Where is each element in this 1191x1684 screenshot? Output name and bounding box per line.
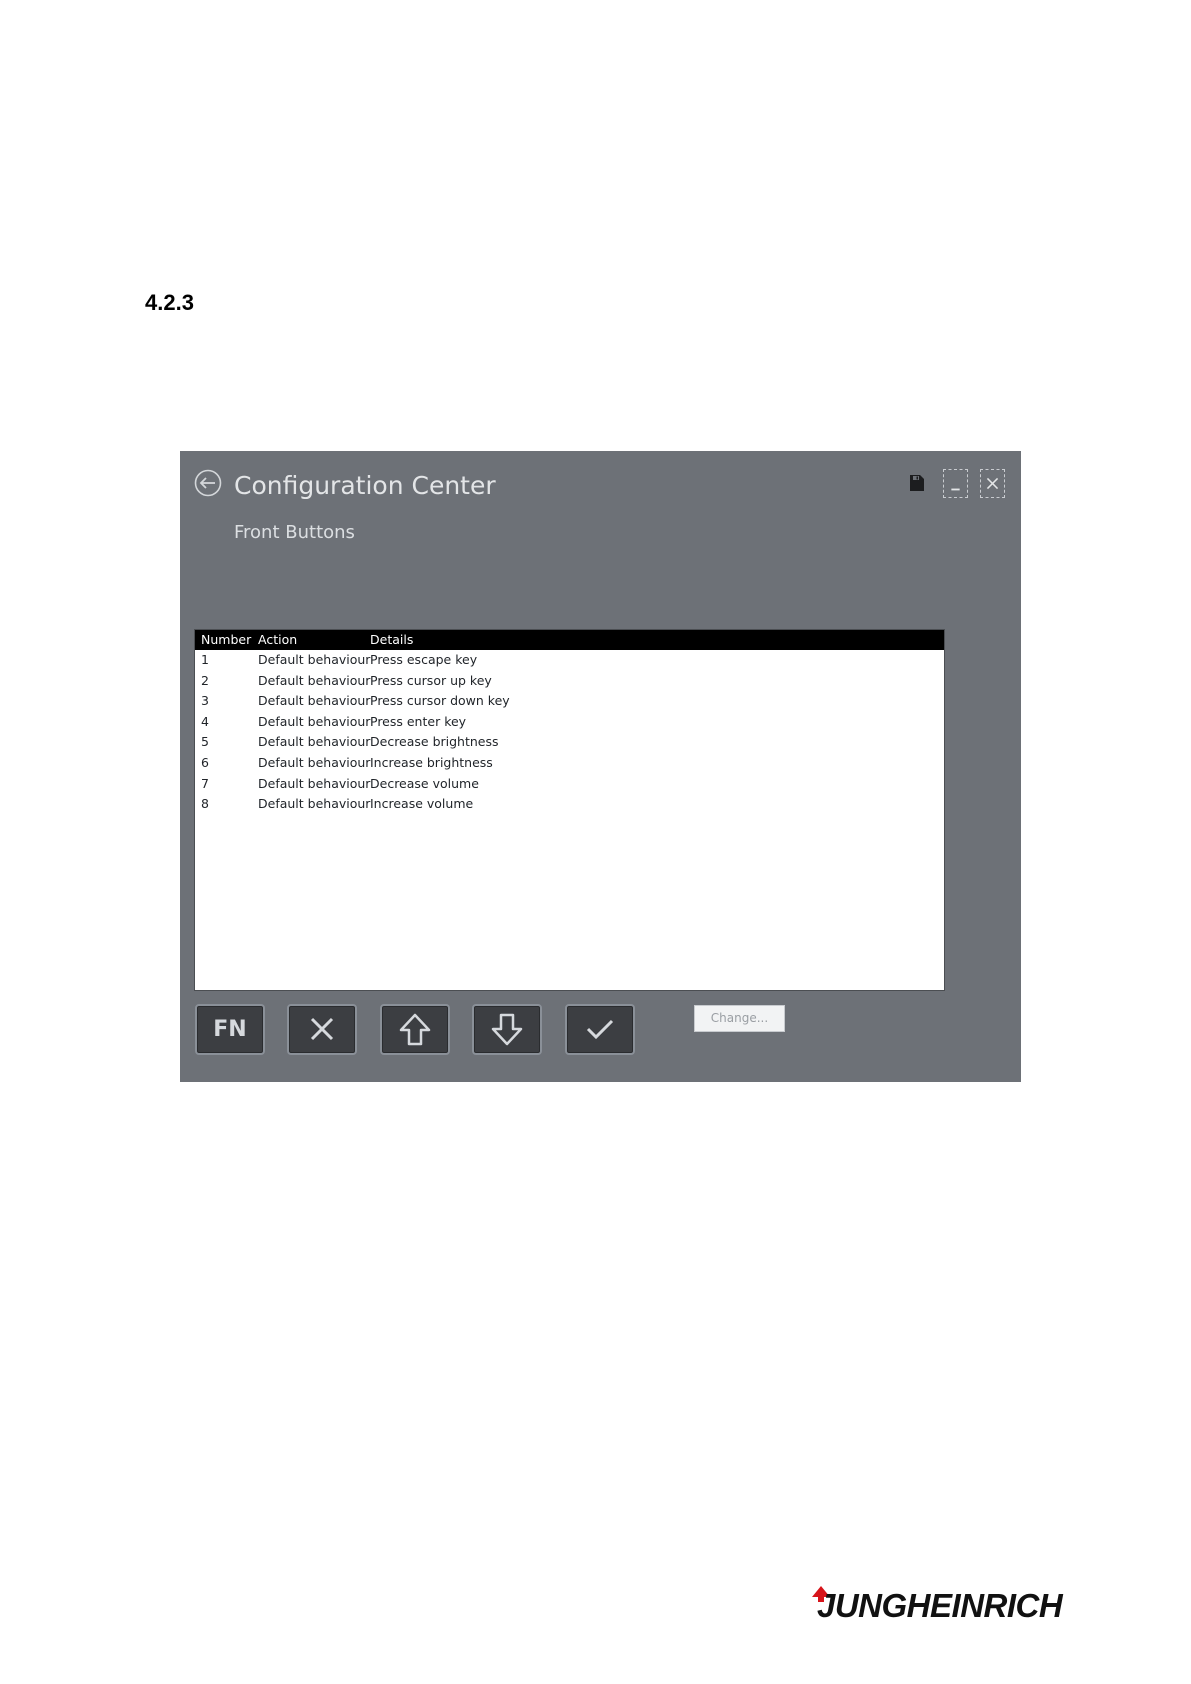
checkmark-icon — [586, 1019, 614, 1040]
logo-text: JUNGHEINRICH — [817, 1587, 1063, 1624]
row-details: Decrease brightness — [370, 734, 499, 750]
row-number: 4 — [201, 713, 209, 729]
list-header: Number Action Details — [195, 630, 944, 650]
back-arrow-icon[interactable] — [194, 469, 222, 497]
page-subtitle: Front Buttons — [234, 522, 355, 543]
cancel-x-icon — [310, 1017, 334, 1041]
table-row[interactable]: 6 Default behaviour Increase brightness — [195, 753, 944, 774]
table-row[interactable]: 2 Default behaviour Press cursor up key — [195, 671, 944, 692]
close-icon — [986, 477, 999, 490]
configuration-center-window: Configuration Center Front Buttons Numbe… — [180, 451, 1021, 1082]
row-action: Default behaviour — [258, 693, 371, 709]
row-number: 8 — [201, 796, 209, 812]
row-number: 7 — [201, 775, 209, 791]
row-details: Press cursor up key — [370, 672, 492, 688]
row-number: 6 — [201, 754, 209, 770]
row-details: Increase volume — [370, 796, 474, 812]
down-key-button[interactable] — [472, 1004, 542, 1055]
row-details: Press cursor down key — [370, 693, 510, 709]
save-icon[interactable] — [909, 474, 925, 492]
row-number: 5 — [201, 734, 209, 750]
row-action: Default behaviour — [258, 672, 371, 688]
cancel-key-button[interactable] — [287, 1004, 357, 1055]
close-button[interactable] — [980, 469, 1005, 498]
row-number: 2 — [201, 672, 209, 688]
column-header-details[interactable]: Details — [370, 630, 413, 650]
row-details: Press escape key — [370, 652, 478, 667]
column-header-number[interactable]: Number — [201, 630, 251, 650]
row-action: Default behaviour — [258, 713, 371, 729]
row-number: 1 — [201, 652, 209, 667]
table-row[interactable]: 1 Default behaviour Press escape key — [195, 650, 944, 671]
row-action: Default behaviour — [258, 754, 371, 770]
row-details: Decrease volume — [370, 775, 479, 791]
minimize-icon — [951, 488, 960, 491]
table-row[interactable]: 8 Default behaviour Increase volume — [195, 794, 944, 815]
confirm-key-button[interactable] — [565, 1004, 635, 1055]
row-details: Increase brightness — [370, 754, 493, 770]
row-number: 3 — [201, 693, 209, 709]
minimize-button[interactable] — [943, 469, 968, 498]
column-header-action[interactable]: Action — [258, 630, 297, 650]
table-row[interactable]: 3 Default behaviour Press cursor down ke… — [195, 691, 944, 712]
change-button[interactable]: Change... — [694, 1005, 785, 1032]
table-row[interactable]: 7 Default behaviour Decrease volume — [195, 774, 944, 795]
row-action: Default behaviour — [258, 775, 371, 791]
arrow-down-icon — [491, 1013, 523, 1046]
front-buttons-list[interactable]: Number Action Details 1 Default behaviou… — [194, 629, 945, 991]
fn-key-button[interactable]: FN — [195, 1004, 265, 1055]
table-row[interactable]: 5 Default behaviour Decrease brightness — [195, 732, 944, 753]
section-number: 4.2.3 — [145, 290, 194, 315]
table-row[interactable]: 4 Default behaviour Press enter key — [195, 712, 944, 733]
row-action: Default behaviour — [258, 796, 371, 812]
jungheinrich-logo: JUNGHEINRICH — [807, 1585, 1063, 1625]
window-title: Configuration Center — [234, 471, 496, 500]
row-action: Default behaviour — [258, 734, 371, 750]
fn-key-label: FN — [213, 1017, 247, 1042]
arrow-up-icon — [399, 1013, 431, 1046]
row-action: Default behaviour — [258, 652, 371, 667]
up-key-button[interactable] — [380, 1004, 450, 1055]
row-details: Press enter key — [370, 713, 467, 729]
